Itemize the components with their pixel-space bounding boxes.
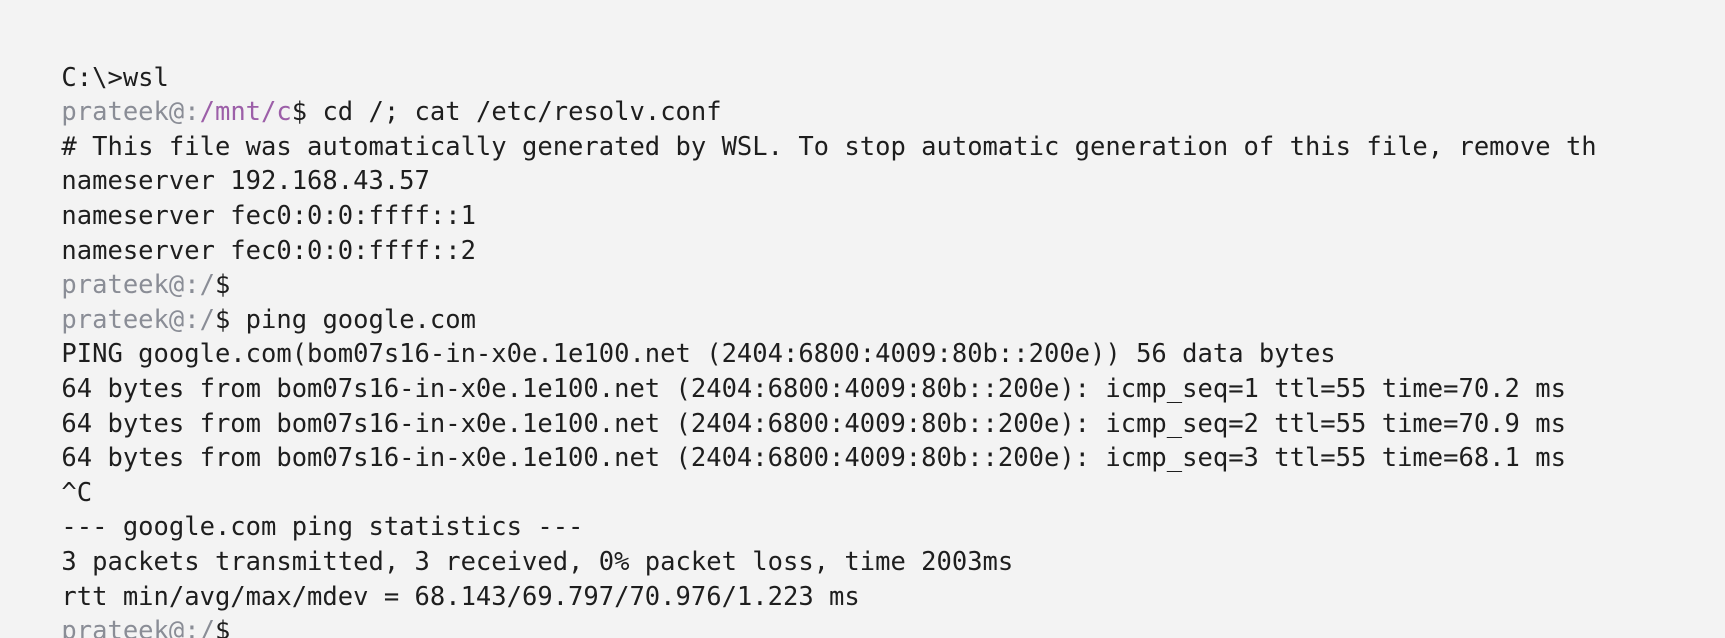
prompt-at: @: (168, 616, 200, 638)
prompt-symbol: $ (214, 304, 231, 335)
terminal-line: --- google.com ping statistics --- (0, 476, 1725, 542)
output-text: 3 packets transmitted, 3 received, 0% pa… (61, 546, 1014, 577)
prompt-symbol: $ (214, 270, 231, 301)
prompt-path: /mnt/c (199, 97, 292, 128)
output-text: nameserver fec0:0:0:ffff::1 (61, 200, 476, 231)
output-text: 64 bytes from bom07s16-in-x0e.1e100.net … (61, 443, 1566, 474)
prompt-at: @: (168, 97, 200, 128)
output-text: PING google.com(bom07s16-in-x0e.1e100.ne… (61, 339, 1336, 370)
command-text: ping google.com (230, 304, 476, 335)
command-text: cd /; cat /etc/resolv.conf (307, 97, 722, 128)
prompt-user: prateek (61, 304, 169, 335)
output-text: 64 bytes from bom07s16-in-x0e.1e100.net … (61, 373, 1566, 404)
output-text: ^C (61, 477, 93, 508)
prompt-line: prateek@:/$ ping google.com (0, 268, 1725, 335)
terminal-line: C:\>wsl (0, 26, 1725, 93)
prompt-line: prateek@:/mnt/c$ cd /; cat /etc/resolv.c… (0, 61, 1725, 127)
output-text: 64 bytes from bom07s16-in-x0e.1e100.net … (61, 408, 1566, 439)
prompt-at: @: (168, 304, 200, 335)
output-text: rtt min/avg/max/mdev = 68.143/69.797/70.… (61, 581, 860, 612)
prompt-at: @: (168, 270, 200, 301)
output-text: C:\>wsl (61, 62, 169, 93)
prompt-path: / (199, 616, 215, 638)
output-text: --- google.com ping statistics --- (61, 512, 584, 543)
prompt-user: prateek (61, 270, 169, 301)
prompt-path: / (199, 304, 215, 335)
prompt-user: prateek (61, 616, 169, 638)
terminal-window[interactable]: C:\>wsl prateek@:/mnt/c$ cd /; cat /etc/… (0, 0, 1725, 638)
output-text: # This file was automatically generated … (61, 131, 1597, 162)
prompt-symbol: $ (291, 97, 308, 128)
prompt-user: prateek (61, 97, 169, 128)
output-text: nameserver 192.168.43.57 (61, 166, 430, 197)
output-text: nameserver fec0:0:0:ffff::2 (61, 235, 476, 266)
prompt-path: / (199, 270, 215, 301)
prompt-symbol: $ (214, 616, 231, 638)
